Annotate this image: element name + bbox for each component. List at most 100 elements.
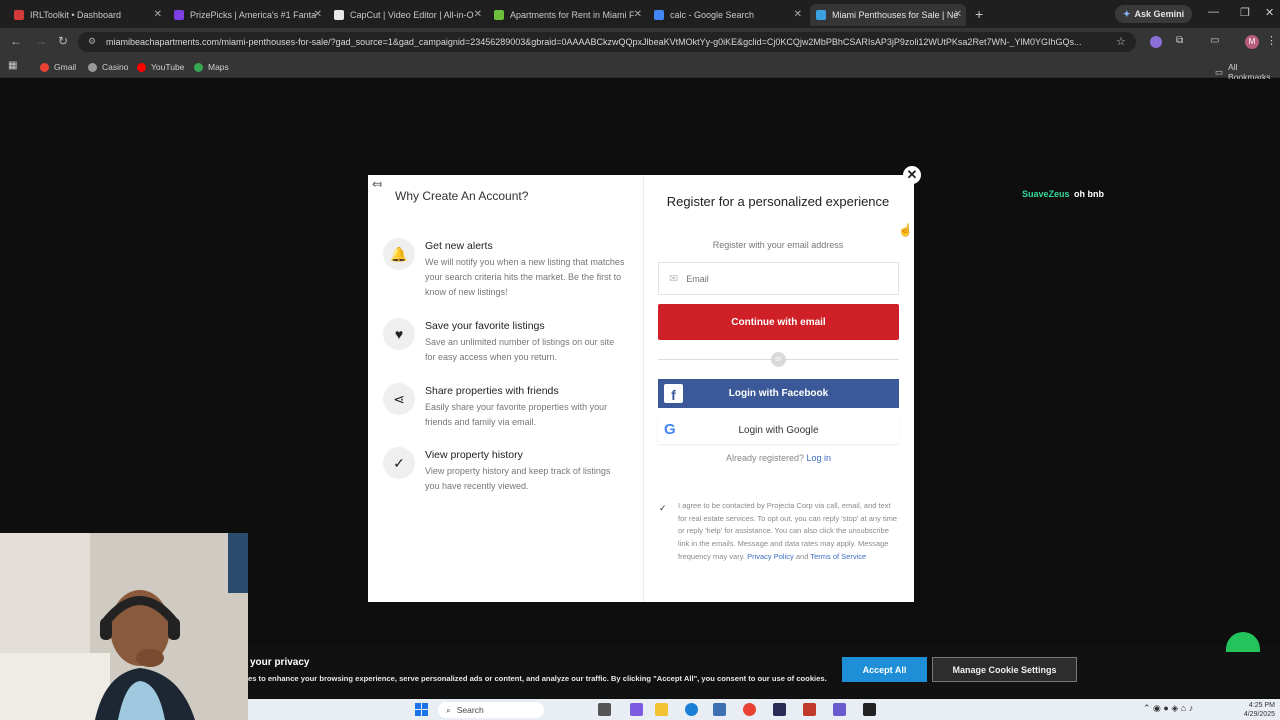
store-icon[interactable] bbox=[713, 703, 726, 716]
browser-tab[interactable]: calc - Google Search ✕ bbox=[648, 4, 806, 26]
tab-label: calc - Google Search bbox=[670, 10, 755, 20]
tab-close-icon[interactable]: ✕ bbox=[794, 9, 802, 20]
premiere-icon[interactable] bbox=[773, 703, 786, 716]
task-view-icon[interactable] bbox=[598, 703, 611, 716]
new-tab-button[interactable]: + bbox=[975, 6, 983, 22]
app-icon-red[interactable] bbox=[803, 703, 816, 716]
consent-checkbox[interactable]: ✓ bbox=[659, 503, 669, 513]
register-title: Register for a personalized experience bbox=[666, 194, 890, 209]
chrome-icon[interactable] bbox=[743, 703, 756, 716]
bookmark-label: Maps bbox=[208, 62, 229, 72]
capcut-icon[interactable] bbox=[863, 703, 876, 716]
email-field[interactable]: ✉ bbox=[658, 262, 899, 295]
ask-gemini-button[interactable]: ✦ Ask Gemini bbox=[1115, 5, 1193, 23]
bookmark-maps[interactable]: Maps bbox=[194, 62, 229, 72]
forward-icon[interactable]: → bbox=[35, 34, 47, 48]
taskbar-clock[interactable]: 4:25 PM 4/29/2025 bbox=[1231, 701, 1275, 719]
accept-all-button[interactable]: Accept All bbox=[842, 657, 927, 682]
extension-icon[interactable] bbox=[1150, 36, 1162, 48]
star-icon[interactable]: ☆ bbox=[1116, 35, 1126, 48]
windows-start-icon[interactable] bbox=[415, 703, 428, 716]
privacy-policy-link[interactable]: Privacy Policy bbox=[747, 552, 794, 561]
modal-close-icon[interactable]: ✕ bbox=[903, 166, 921, 184]
clock-time: 4:25 PM bbox=[1248, 702, 1275, 709]
bookmark-favicon-icon bbox=[194, 62, 203, 72]
terms-of-service-link[interactable]: Terms of Service bbox=[810, 552, 866, 561]
tab-label: IRLToolkit • Dashboard bbox=[30, 10, 122, 20]
apps-grid-icon[interactable]: ▦ bbox=[8, 60, 17, 71]
copilot-icon[interactable] bbox=[630, 703, 643, 716]
browser-tab[interactable]: Miami Penthouses for Sale | Ne ✕ bbox=[810, 4, 966, 26]
register-modal: ⤆ Why Create An Account? 🔔 Get new alerts… bbox=[368, 175, 914, 602]
tab-favicon-icon bbox=[174, 10, 184, 20]
reload-icon[interactable]: ↻ bbox=[58, 34, 68, 48]
minimize-icon[interactable]: — bbox=[1208, 6, 1219, 18]
feature-title: Get new alerts bbox=[425, 240, 493, 252]
browser-tab[interactable]: PrizePicks | America's #1 Fanta ✕ bbox=[168, 4, 326, 26]
browser-tab[interactable]: Apartments for Rent in Miami F ✕ bbox=[488, 4, 646, 26]
share-icon: ⋖ bbox=[383, 383, 415, 415]
edge-icon[interactable] bbox=[685, 703, 698, 716]
site-info-icon[interactable]: ⚙ bbox=[88, 36, 96, 47]
register-subtitle: Register with your email address bbox=[712, 240, 844, 250]
url-text[interactable]: miamibeachapartments.com/miami-penthouse… bbox=[106, 37, 1106, 47]
webcam-feed bbox=[0, 533, 248, 720]
cursor-pointer-icon: ☝ bbox=[898, 223, 913, 237]
tab-close-icon[interactable]: ✕ bbox=[634, 9, 642, 20]
or-badge: or bbox=[771, 352, 786, 367]
already-registered: Already registered? Log in bbox=[658, 453, 899, 463]
tab-favicon-icon bbox=[654, 10, 664, 20]
tab-close-icon[interactable]: ✕ bbox=[154, 9, 162, 20]
restore-icon[interactable]: ❐ bbox=[1240, 6, 1250, 19]
tab-close-icon[interactable]: ✕ bbox=[954, 9, 962, 20]
browser-tab[interactable]: IRLToolkit • Dashboard ✕ bbox=[8, 4, 166, 26]
bookmark-label: Gmail bbox=[54, 62, 77, 72]
extensions-puzzle-icon[interactable]: ⧉ bbox=[1176, 35, 1183, 46]
feature-description: We will notify you when a new listing th… bbox=[425, 257, 625, 297]
manage-cookies-button[interactable]: Manage Cookie Settings bbox=[932, 657, 1077, 682]
back-arrow-icon[interactable]: ⤆ bbox=[372, 177, 382, 191]
tab-favicon-icon bbox=[494, 10, 504, 20]
bookmark-label: Casino bbox=[102, 62, 129, 72]
discord-icon[interactable] bbox=[833, 703, 846, 716]
feature-title: View property history bbox=[425, 449, 523, 461]
browser-tab[interactable]: CapCut | Video Editor | All-in-O ✕ bbox=[328, 4, 486, 26]
taskbar-search-label: Search bbox=[456, 705, 484, 715]
tab-close-icon[interactable]: ✕ bbox=[314, 9, 322, 20]
feature-title: Save your favorite listings bbox=[425, 320, 545, 332]
heart-icon: ♥ bbox=[383, 318, 415, 350]
system-tray-icons[interactable]: ⌃ ◉ ● ◈ ⌂ ♪ bbox=[1143, 703, 1193, 714]
tab-search-icon[interactable]: ▭ bbox=[1210, 35, 1219, 46]
facebook-login-button[interactable]: f Login with Facebook bbox=[658, 379, 899, 408]
bookmark-youtube[interactable]: YouTube bbox=[137, 62, 184, 72]
consent-and: and bbox=[795, 551, 809, 561]
bookmark-casino[interactable]: Casino bbox=[88, 62, 128, 72]
tab-label: Miami Penthouses for Sale | Ne bbox=[832, 10, 959, 20]
bookmark-gmail[interactable]: Gmail bbox=[40, 62, 76, 72]
tab-close-icon[interactable]: ✕ bbox=[474, 9, 482, 20]
login-link[interactable]: Log in bbox=[807, 453, 832, 463]
google-icon: G bbox=[664, 421, 676, 438]
chat-message: oh bnb bbox=[1074, 189, 1104, 199]
continue-email-button[interactable]: Continue with email bbox=[658, 304, 899, 340]
tab-label: Apartments for Rent in Miami F bbox=[510, 10, 635, 20]
cookie-banner: your privacy es to enhance your browsing… bbox=[248, 646, 1280, 698]
menu-kebab-icon[interactable]: ⋮ bbox=[1266, 34, 1277, 47]
email-input[interactable] bbox=[686, 273, 887, 284]
tab-label: PrizePicks | America's #1 Fanta bbox=[190, 10, 317, 20]
feature-description: Easily share your favorite properties wi… bbox=[425, 402, 608, 427]
facebook-icon: f bbox=[664, 384, 683, 403]
bookmark-label: YouTube bbox=[151, 62, 185, 72]
taskbar-search[interactable]: ⌕ Search bbox=[438, 702, 544, 718]
ask-gemini-label: Ask Gemini bbox=[1134, 9, 1185, 19]
file-explorer-icon[interactable] bbox=[655, 703, 668, 716]
windows-taskbar: ⌕ Search ⌃ ◉ ● ◈ ⌂ ♪ 4:25 PM 4/29/2025 bbox=[248, 699, 1280, 720]
back-icon[interactable]: ← bbox=[10, 34, 22, 48]
google-login-button[interactable]: G Login with Google bbox=[658, 416, 899, 444]
profile-avatar[interactable]: M bbox=[1245, 35, 1259, 49]
facebook-login-label: Login with Facebook bbox=[728, 388, 829, 399]
bookmark-favicon-icon bbox=[40, 62, 49, 72]
window-close-icon[interactable]: ✕ bbox=[1265, 6, 1274, 19]
tab-favicon-icon bbox=[816, 10, 826, 20]
tab-favicon-icon bbox=[334, 10, 344, 20]
